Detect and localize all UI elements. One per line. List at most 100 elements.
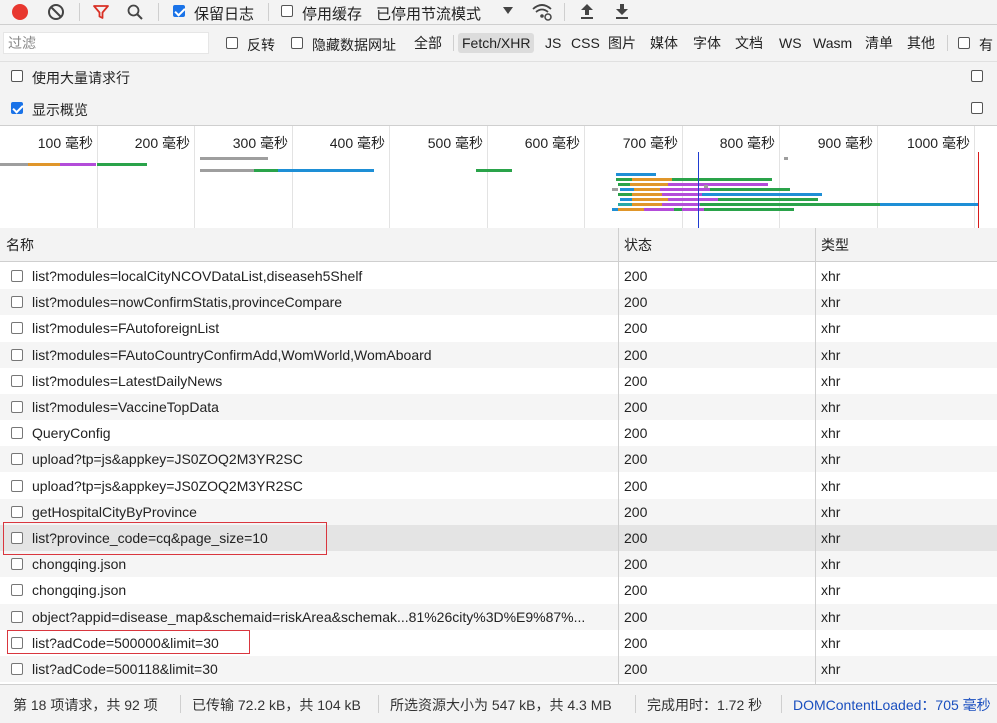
cell-name: chongqing.json <box>32 582 127 599</box>
blocked-cookies-label[interactable]: 有 <box>979 35 993 55</box>
waterfall-segment <box>618 208 644 211</box>
table-row[interactable]: object?appid=disease_map&schemaid=riskAr… <box>0 603 997 630</box>
filter-bar: 过滤 反转 隐藏数据网址 全部 Fetch/XHR JS CSS 图片 媒体 字… <box>0 25 997 62</box>
filter-icon[interactable] <box>92 3 110 21</box>
blocked-cookies-checkbox[interactable] <box>958 37 970 49</box>
waterfall-segment <box>618 183 630 186</box>
column-divider[interactable] <box>618 228 619 684</box>
invert-label[interactable]: 反转 <box>247 35 275 55</box>
table-row[interactable]: list?modules=FAutoforeignList 200 xhr <box>0 315 997 341</box>
type-filter-manifest[interactable]: 清单 <box>861 33 897 53</box>
table-row[interactable]: QueryConfig 200 xhr <box>0 420 997 446</box>
type-filter-font[interactable]: 字体 <box>689 33 725 53</box>
waterfall-segment <box>60 163 96 166</box>
filter-input[interactable]: 过滤 <box>3 32 209 54</box>
table-row[interactable]: list?modules=LatestDailyNews 200 xhr <box>0 368 997 394</box>
table-row[interactable]: upload?tp=js&appkey=JS0ZOQ2M3YR2SC 200 xhr <box>0 446 997 473</box>
hide-data-urls-label[interactable]: 隐藏数据网址 <box>312 35 396 55</box>
type-filter-img[interactable]: 图片 <box>604 33 640 53</box>
type-filter-all[interactable]: 全部 <box>410 33 446 53</box>
type-filter-ws[interactable]: WS <box>775 33 806 53</box>
hide-data-urls-checkbox[interactable] <box>291 37 303 49</box>
waterfall-segment <box>704 185 708 188</box>
group-by-frame-checkbox[interactable] <box>971 70 983 82</box>
type-filter-media[interactable]: 媒体 <box>646 33 682 53</box>
table-row[interactable]: list?modules=nowConfirmStatis,provinceCo… <box>0 289 997 316</box>
table-row[interactable]: list?modules=VaccineTopData 200 xhr <box>0 394 997 420</box>
record-icon[interactable] <box>12 4 28 20</box>
type-filter-css[interactable]: CSS <box>567 33 604 53</box>
show-overview-label[interactable]: 显示概览 <box>32 100 88 120</box>
large-rows-checkbox[interactable] <box>11 70 23 82</box>
cell-status: 200 <box>624 477 648 494</box>
waterfall-segment <box>718 198 818 201</box>
waterfall-segment <box>662 193 702 196</box>
table-row[interactable]: upload?tp=js&appkey=JS0ZOQ2M3YR2SC 200 xhr <box>0 473 997 499</box>
table-header: 名称 状态 类型 <box>0 228 997 262</box>
network-conditions-icon[interactable] <box>531 2 553 22</box>
type-filter-wasm[interactable]: Wasm <box>809 33 856 53</box>
clear-icon[interactable] <box>47 3 65 21</box>
tick-line <box>194 126 195 228</box>
cell-status: 200 <box>624 425 648 442</box>
search-icon[interactable] <box>126 3 144 21</box>
column-header-name[interactable]: 名称 <box>0 228 618 262</box>
cell-name: list?adCode=500118&limit=30 <box>32 661 218 677</box>
resources-size: 所选资源大小为 547 kB，共 4.3 MB <box>390 697 612 713</box>
capture-screenshots-checkbox[interactable] <box>971 102 983 114</box>
table-row[interactable]: list?modules=FAutoCountryConfirmAdd,WomW… <box>0 341 997 368</box>
dom-content-loaded-time[interactable]: DOMContentLoaded：705 毫秒 <box>793 695 991 715</box>
cell-type: xhr <box>821 556 841 573</box>
import-har-icon[interactable] <box>579 2 595 21</box>
waterfall-segment <box>632 178 672 181</box>
invert-checkbox[interactable] <box>226 37 238 49</box>
cell-type: xhr <box>821 608 841 625</box>
table-row[interactable]: list?adCode=500118&limit=30 200 xhr <box>0 656 997 682</box>
table-row[interactable]: list?modules=localCityNCOVDataList,disea… <box>0 263 997 289</box>
export-har-icon[interactable] <box>614 2 630 21</box>
file-icon <box>11 663 23 675</box>
large-rows-label[interactable]: 使用大量请求行 <box>32 68 130 88</box>
cell-type: xhr <box>821 451 841 468</box>
waterfall-segment <box>704 208 794 211</box>
request-count: 第 18 项请求，共 92 项 <box>13 697 158 713</box>
waterfall-segment <box>672 178 772 181</box>
show-overview-checkbox[interactable] <box>11 102 23 114</box>
cell-type: xhr <box>821 346 841 363</box>
cell-status: 200 <box>624 399 648 415</box>
cell-type: xhr <box>821 582 841 599</box>
column-header-type[interactable]: 类型 <box>815 228 997 262</box>
preserve-log-checkbox[interactable] <box>173 5 185 17</box>
cell-type: xhr <box>821 399 841 415</box>
network-overview[interactable]: 100 毫秒 200 毫秒 300 毫秒 400 毫秒 500 毫秒 600 毫… <box>0 126 997 229</box>
cell-name: object?appid=disease_map&schemaid=riskAr… <box>32 608 586 625</box>
file-icon <box>11 610 23 623</box>
disable-cache-checkbox[interactable] <box>281 5 293 17</box>
table-row[interactable]: chongqing.json 200 xhr <box>0 551 997 578</box>
tick-label: 600 毫秒 <box>524 135 580 151</box>
preserve-log-label[interactable]: 保留日志 <box>194 3 254 24</box>
cell-name: list?modules=nowConfirmStatis,provinceCo… <box>32 294 343 311</box>
cell-status: 200 <box>624 634 648 651</box>
chevron-down-icon[interactable] <box>503 7 513 15</box>
cell-name: upload?tp=js&appkey=JS0ZOQ2M3YR2SC <box>32 451 303 468</box>
tick-line <box>487 126 488 228</box>
type-filter-doc[interactable]: 文档 <box>731 33 767 53</box>
file-icon <box>11 558 23 571</box>
table-row[interactable]: chongqing.json 200 xhr <box>0 577 997 603</box>
type-filter-fetch-xhr[interactable]: Fetch/XHR <box>458 33 535 53</box>
column-header-status[interactable]: 状态 <box>618 228 815 262</box>
cell-status: 200 <box>624 556 648 573</box>
tick-label: 500 毫秒 <box>427 135 483 151</box>
disable-cache-label[interactable]: 停用缓存 <box>302 3 362 24</box>
type-filter-js[interactable]: JS <box>541 33 565 53</box>
table-row[interactable]: getHospitalCityByProvince 200 xhr <box>0 498 997 525</box>
throttling-select[interactable]: 已停用节流模式 <box>376 3 481 24</box>
file-icon <box>11 479 23 492</box>
type-filter-other[interactable]: 其他 <box>903 33 939 53</box>
waterfall-segment <box>254 169 278 172</box>
cell-name: list?modules=LatestDailyNews <box>32 372 223 389</box>
column-divider[interactable] <box>815 228 816 684</box>
tick-line <box>389 126 390 228</box>
cell-type: xhr <box>821 372 841 389</box>
